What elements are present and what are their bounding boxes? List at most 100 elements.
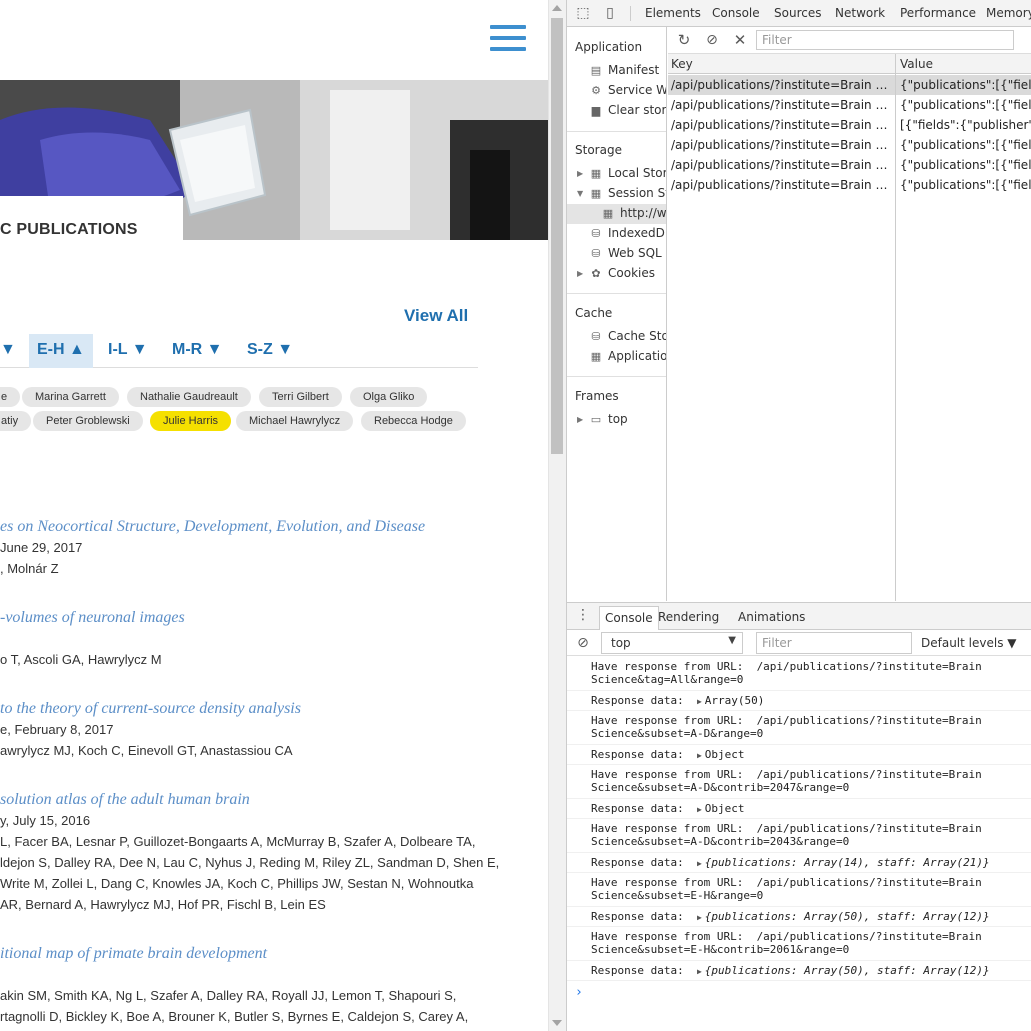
- divider: [567, 131, 666, 132]
- refresh-icon[interactable]: ↻: [676, 32, 692, 48]
- publication-title[interactable]: to the theory of current-source density …: [0, 700, 301, 718]
- staff-chip[interactable]: Terri Gilbert: [259, 387, 342, 407]
- publication-title[interactable]: -volumes of neuronal images: [0, 609, 185, 627]
- column-header-key[interactable]: Key: [671, 57, 693, 71]
- tab-s-z[interactable]: S-Z ▼: [247, 334, 293, 368]
- divider: [567, 376, 666, 377]
- view-all-link[interactable]: View All: [404, 306, 468, 326]
- sidebar-item-indexeddb[interactable]: ⛁ IndexedDB: [589, 226, 666, 240]
- staff-chip[interactable]: e: [0, 387, 21, 407]
- collapse-triangle-icon[interactable]: ▼: [577, 189, 583, 198]
- storage-value: {"publications":[{"fields":{: [900, 138, 1031, 152]
- storage-key: /api/publications/?institute=Brain Scien…: [671, 98, 893, 112]
- storage-row[interactable]: /api/publications/?institute=Brain Scien…: [668, 115, 1031, 135]
- expand-triangle-icon[interactable]: ▶: [697, 805, 702, 814]
- clear-console-icon[interactable]: ⊘: [575, 635, 591, 651]
- console-toolbar: ⊘ top▼ Default levels ▼: [567, 630, 1031, 656]
- database-icon: ⛁: [591, 247, 601, 260]
- storage-table-header: Key Value: [668, 54, 1031, 74]
- gear-icon: ⚙: [591, 84, 601, 97]
- staff-chip[interactable]: Nathalie Gaudreault: [127, 387, 251, 407]
- drawer-tab-rendering[interactable]: Rendering: [653, 606, 724, 630]
- expand-triangle-icon[interactable]: ▶: [577, 169, 583, 178]
- tab-sources[interactable]: Sources: [774, 0, 821, 27]
- drawer-tab-animations[interactable]: Animations: [733, 606, 810, 630]
- staff-chip[interactable]: Olga Gliko: [350, 387, 428, 407]
- column-header-value[interactable]: Value: [900, 57, 933, 71]
- publication-title[interactable]: solution atlas of the adult human brain: [0, 791, 250, 809]
- log-object[interactable]: Object: [705, 802, 745, 815]
- clear-all-icon[interactable]: ⊘: [704, 32, 720, 48]
- storage-row[interactable]: /api/publications/?institute=Brain Scien…: [668, 135, 1031, 155]
- log-message: Have response from URL: /api/publication…: [567, 873, 1031, 907]
- sidebar-item-session-origin[interactable]: ▦ http://w: [601, 206, 666, 220]
- trash-icon: ▆: [591, 104, 601, 117]
- sidebar-item-application-cache[interactable]: ▦Application: [589, 349, 666, 363]
- device-toolbar-icon[interactable]: ▯: [602, 5, 618, 21]
- tab-a-d[interactable]: ▼: [0, 334, 16, 368]
- staff-chip[interactable]: Peter Groblewski: [33, 411, 143, 431]
- log-message: Response data: ▶ {publications: Array(50)…: [567, 961, 1031, 981]
- log-object[interactable]: Array(50): [705, 694, 765, 707]
- publication-authors: AR, Bernard A, Hawrylycz MJ, Hof PR, Fis…: [0, 897, 326, 912]
- column-resizer[interactable]: [895, 54, 896, 601]
- storage-row[interactable]: /api/publications/?institute=Brain Scien…: [668, 155, 1031, 175]
- expand-triangle-icon[interactable]: ▶: [697, 859, 702, 868]
- sidebar-item-manifest[interactable]: ▤ Manifest: [589, 63, 659, 77]
- delete-selected-icon[interactable]: ✕: [732, 32, 748, 48]
- expand-triangle-icon[interactable]: ▶: [697, 751, 702, 760]
- tab-e-h[interactable]: E-H ▲: [29, 334, 93, 368]
- drawer-tab-console[interactable]: Console: [599, 606, 659, 630]
- alphabet-filter-tabs: ▼ E-H ▲ I-L ▼ M-R ▼ S-Z ▼: [0, 334, 478, 368]
- scroll-up-arrow-icon[interactable]: [552, 5, 562, 11]
- grid-icon: ▦: [590, 187, 602, 200]
- log-object[interactable]: {publications: Array(50), staff: Array(1…: [705, 964, 990, 977]
- storage-filter-input[interactable]: [756, 30, 1014, 50]
- scroll-down-arrow-icon[interactable]: [552, 1020, 562, 1026]
- publication-title[interactable]: es on Neocortical Structure, Development…: [0, 518, 425, 536]
- storage-key: /api/publications/?institute=Brain Scien…: [671, 138, 893, 152]
- sidebar-item-clear-storage[interactable]: ▆Clear stora: [589, 103, 666, 117]
- staff-chip[interactable]: Marina Garrett: [22, 387, 119, 407]
- sidebar-item-web-sql[interactable]: ⛁ Web SQL: [589, 246, 661, 260]
- log-object[interactable]: {publications: Array(50), staff: Array(1…: [705, 910, 990, 923]
- hamburger-menu-icon[interactable]: [490, 25, 526, 55]
- staff-chip[interactable]: Michael Hawrylycz: [236, 411, 354, 431]
- sidebar-item-cookies[interactable]: ✿ Cookies: [589, 266, 655, 280]
- storage-row[interactable]: /api/publications/?institute=Brain Scien…: [668, 75, 1031, 95]
- sidebar-item-local-storage[interactable]: ▦Local Stora: [589, 166, 666, 180]
- expand-triangle-icon[interactable]: ▶: [697, 967, 702, 976]
- sidebar-item-session-storage[interactable]: ▦Session Sto: [589, 186, 666, 200]
- console-filter-input[interactable]: [756, 632, 912, 654]
- storage-row[interactable]: /api/publications/?institute=Brain Scien…: [668, 95, 1031, 115]
- tab-m-r[interactable]: M-R ▼: [172, 334, 223, 368]
- console-output: Have response from URL: /api/publication…: [567, 657, 1031, 1031]
- expand-triangle-icon[interactable]: ▶: [697, 697, 702, 706]
- tab-console[interactable]: Console: [712, 0, 760, 27]
- sidebar-item-cache-storage[interactable]: ⛁Cache Stor: [589, 329, 666, 343]
- sidebar-item-service-workers[interactable]: ⚙Service Wo: [589, 83, 666, 97]
- log-levels-dropdown[interactable]: Default levels ▼: [921, 636, 1017, 650]
- publication-title[interactable]: itional map of primate brain development: [0, 945, 267, 963]
- expand-triangle-icon[interactable]: ▶: [577, 415, 583, 424]
- more-tools-icon[interactable]: ⋮: [575, 607, 591, 623]
- publication-authors: rtagnolli D, Bickley K, Boe A, Brouner K…: [0, 1009, 469, 1024]
- staff-chip-selected[interactable]: Julie Harris: [150, 411, 232, 431]
- context-selector[interactable]: top ▼: [601, 632, 743, 654]
- expand-triangle-icon[interactable]: ▶: [577, 269, 583, 278]
- tab-elements[interactable]: Elements: [645, 0, 701, 27]
- staff-chip[interactable]: Rebecca Hodge: [361, 411, 466, 431]
- log-object[interactable]: {publications: Array(14), staff: Array(2…: [705, 856, 990, 869]
- tab-i-l[interactable]: I-L ▼: [108, 334, 148, 368]
- expand-triangle-icon[interactable]: ▶: [697, 913, 702, 922]
- log-object[interactable]: Object: [705, 748, 745, 761]
- storage-row[interactable]: /api/publications/?institute=Brain Scien…: [668, 175, 1031, 195]
- console-prompt-icon[interactable]: ›: [575, 985, 583, 1000]
- inspect-element-icon[interactable]: ⬚: [575, 5, 591, 21]
- tab-memory[interactable]: Memory: [986, 0, 1031, 27]
- tab-performance[interactable]: Performance: [900, 0, 976, 27]
- tab-network[interactable]: Network: [835, 0, 885, 27]
- staff-chip[interactable]: atiy: [0, 411, 32, 431]
- page-scrollbar-thumb[interactable]: [551, 18, 563, 454]
- sidebar-item-frame-top[interactable]: ▭ top: [589, 412, 628, 426]
